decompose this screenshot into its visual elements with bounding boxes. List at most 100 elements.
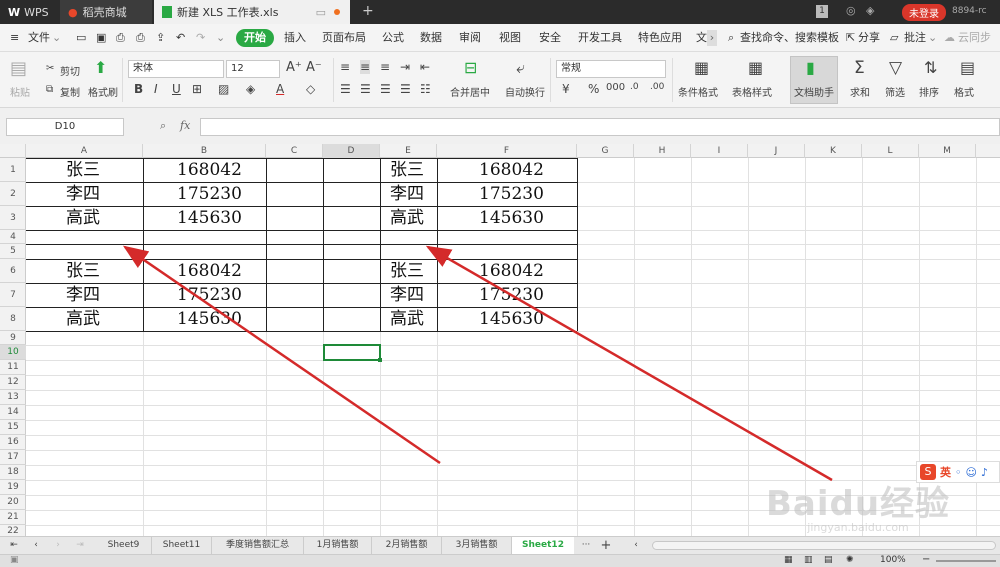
share-icon[interactable]: ⇱	[846, 24, 855, 52]
hamburger-icon[interactable]: ≡	[10, 24, 19, 52]
doc-helper-button[interactable]: 文档助手	[794, 84, 834, 99]
row-header-selected[interactable]: 10	[0, 345, 26, 360]
col-header-m[interactable]: M	[919, 144, 976, 158]
sum-button[interactable]: 求和	[850, 84, 870, 99]
formula-input[interactable]	[200, 118, 1000, 136]
format-icon[interactable]: ▤	[960, 58, 975, 77]
tab-active-document[interactable]: 新建 XLS 工作表.xls ▭	[154, 0, 350, 24]
more-dropdown-icon[interactable]: ⌄	[216, 24, 225, 52]
align-left-icon[interactable]: ☰	[340, 82, 351, 96]
menu-security[interactable]: 安全	[539, 24, 561, 52]
page-break-view-icon[interactable]: ▤	[824, 555, 833, 565]
print-preview-icon[interactable]: ⎙	[116, 24, 125, 52]
row-header[interactable]: 19	[0, 480, 26, 495]
login-button[interactable]: 未登录	[902, 4, 946, 21]
export-icon[interactable]: ⇪	[156, 24, 165, 52]
align-bottom-icon[interactable]: ≡	[380, 60, 390, 74]
col-header-d[interactable]: D	[323, 144, 380, 158]
comment-button[interactable]: 批注	[904, 24, 926, 52]
col-header-b[interactable]: B	[143, 144, 266, 158]
eraser-icon[interactable]: ◇	[306, 82, 315, 96]
menu-insert[interactable]: 插入	[284, 24, 306, 52]
row-header[interactable]: 15	[0, 420, 26, 435]
row-header[interactable]: 3	[0, 206, 26, 230]
table-style-button[interactable]: 表格样式	[732, 84, 772, 99]
font-size-select[interactable]: 12	[226, 60, 280, 78]
conditional-format-icon[interactable]: ▦	[694, 58, 709, 77]
cell-grid[interactable]: 张三 168042 李四 175230 高武 145630 张三 168042 …	[26, 158, 1000, 538]
sort-button[interactable]: 排序	[919, 84, 939, 99]
row-header[interactable]: 16	[0, 435, 26, 450]
table-style-icon[interactable]: ▦	[748, 58, 763, 77]
col-header-k[interactable]: K	[805, 144, 862, 158]
underline-icon[interactable]: U	[172, 82, 181, 96]
scroll-right-icon[interactable]: ›	[707, 30, 717, 46]
copy-button[interactable]: 复制	[60, 84, 80, 99]
row-header[interactable]: 20	[0, 495, 26, 510]
file-menu[interactable]: 文件	[28, 24, 50, 52]
voice-icon[interactable]: ♪	[981, 466, 988, 479]
font-color-icon[interactable]: A	[276, 82, 284, 96]
cut-button[interactable]: 剪切	[60, 63, 80, 78]
col-header-g[interactable]: G	[577, 144, 634, 158]
row-header[interactable]: 1	[0, 158, 26, 182]
chevron-down-icon[interactable]: ⌄	[52, 24, 61, 52]
col-header-c[interactable]: C	[266, 144, 323, 158]
sheet-tab[interactable]: Sheet11	[152, 537, 212, 554]
align-center-icon[interactable]: ☰	[360, 82, 371, 96]
menu-features[interactable]: 特色应用	[638, 24, 682, 52]
row-header[interactable]: 8	[0, 307, 26, 331]
conditional-format-button[interactable]: 条件格式	[678, 84, 718, 99]
redo-icon[interactable]: ↷	[196, 24, 205, 52]
sheet-tab[interactable]: 3月销售额	[442, 537, 512, 554]
page-layout-view-icon[interactable]: ▥	[804, 555, 813, 565]
row-header[interactable]: 21	[0, 510, 26, 525]
filter-button[interactable]: 筛选	[885, 84, 905, 99]
row-header[interactable]: 12	[0, 375, 26, 390]
distribute-icon[interactable]: ☷	[420, 82, 431, 96]
cloud-icon[interactable]: ☁	[944, 24, 955, 52]
print-icon[interactable]: ⎙	[136, 24, 145, 52]
undo-icon[interactable]: ↶	[176, 24, 185, 52]
outdent-icon[interactable]: ⇤	[420, 60, 430, 74]
format-painter-button[interactable]: 格式刷	[88, 84, 118, 99]
align-top-icon[interactable]: ≡	[340, 60, 350, 74]
share-button[interactable]: 分享	[858, 24, 880, 52]
col-header-e[interactable]: E	[380, 144, 437, 158]
chevron-down-icon[interactable]: ⌄	[928, 24, 937, 52]
zoom-out-icon[interactable]: −	[922, 554, 930, 565]
row-header[interactable]: 9	[0, 331, 26, 345]
row-header[interactable]: 14	[0, 405, 26, 420]
fill-color-icon[interactable]: ▨	[218, 82, 229, 96]
prev-sheet-icon[interactable]: ‹	[30, 537, 42, 554]
increase-decimal-icon[interactable]: .0	[630, 82, 639, 92]
col-header-i[interactable]: I	[691, 144, 748, 158]
monitor-icon[interactable]: ▭	[316, 6, 326, 19]
menu-page-layout[interactable]: 页面布局	[322, 24, 366, 52]
bold-icon[interactable]: B	[134, 82, 143, 96]
row-header[interactable]: 18	[0, 465, 26, 480]
first-sheet-icon[interactable]: ⇤	[8, 537, 20, 554]
new-tab-icon[interactable]: +	[362, 3, 374, 19]
row-header[interactable]: 17	[0, 450, 26, 465]
tab-wps[interactable]: W WPS	[0, 0, 58, 24]
menu-start[interactable]: 开始	[236, 29, 274, 47]
currency-icon[interactable]: ¥	[562, 82, 570, 96]
wrap-text-button[interactable]: 自动换行	[505, 84, 545, 99]
paint-bucket-icon[interactable]: ◈	[246, 82, 255, 96]
col-header-l[interactable]: L	[862, 144, 919, 158]
menu-formulas[interactable]: 公式	[382, 24, 404, 52]
align-middle-icon[interactable]: ≡	[360, 60, 371, 74]
sheet-tab[interactable]: 季度销售额汇总	[212, 537, 304, 554]
sum-icon[interactable]: Σ	[854, 58, 865, 78]
justify-icon[interactable]: ☰	[400, 82, 411, 96]
cube-icon[interactable]: ◈	[866, 4, 874, 17]
row-header[interactable]: 6	[0, 259, 26, 283]
hscroll-left-icon[interactable]: ‹	[630, 537, 642, 554]
zoom-level[interactable]: 100%	[880, 555, 906, 565]
menu-view[interactable]: 视图	[499, 24, 521, 52]
fx-icon[interactable]: fx	[180, 119, 190, 132]
eye-protect-icon[interactable]: ✺	[846, 555, 854, 565]
tab-store[interactable]: ● 稻壳商城	[60, 0, 152, 24]
command-search[interactable]: 查找命令、搜索模板	[740, 24, 839, 52]
